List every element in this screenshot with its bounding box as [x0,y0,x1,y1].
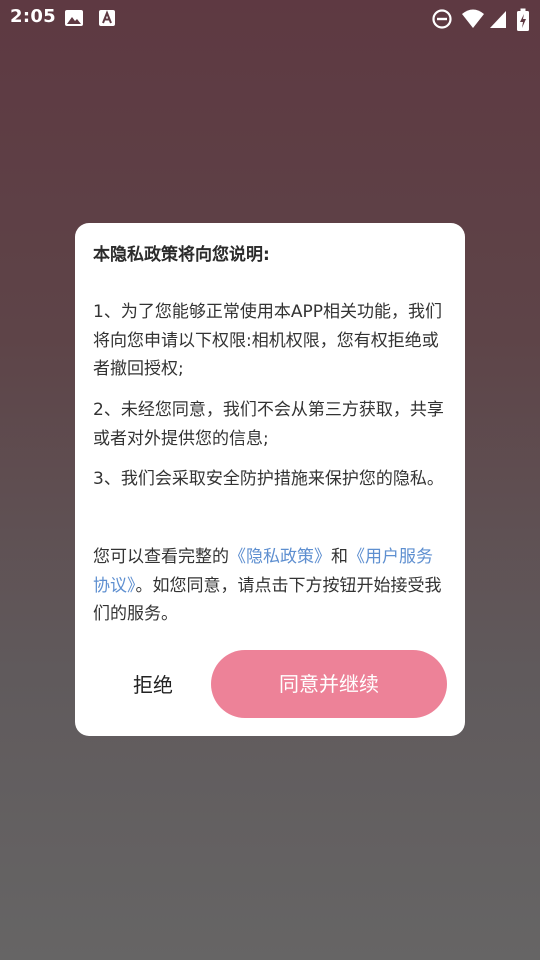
agreement-connector-text: 和 [331,547,348,567]
battery-charging-icon [517,8,529,31]
paragraph-camera-permission: 1、为了您能够正常使用本APP相关功能，我们将向您申请以下权限:相机权限，您有权… [93,302,442,379]
refuse-button[interactable]: 拒绝 [113,666,193,704]
agreement-prefix-text: 您可以查看完整的 [93,547,229,567]
image-icon [65,10,83,26]
privacy-policy-link[interactable]: 《隐私政策》 [229,547,331,567]
do-not-disturb-icon [432,9,452,29]
privacy-dialog: 本隐私政策将向您说明: 1、为了您能够正常使用本APP相关功能，我们将向您申请以… [75,223,465,736]
cellular-signal-icon [490,11,506,28]
paragraph-security: 3、我们会采取安全防护措施来保护您的隐私。 [93,469,444,489]
paragraph-agreement-links: 您可以查看完整的《隐私政策》和《用户服务协议》。如您同意，请点击下方按钮开始接受… [93,543,449,629]
paragraph-data-sharing: 2、未经您同意，我们不会从第三方获取，共享或者对外提供您的信息; [93,400,444,449]
agree-continue-button[interactable]: 同意并继续 [211,650,447,718]
status-time: 2:05 [10,6,56,27]
agreement-suffix-text: 。如您同意，请点击下方按钮开始接受我们的服务。 [93,575,442,625]
dialog-title: 本隐私政策将向您说明: [93,245,270,265]
wifi-icon [462,9,484,28]
font-download-icon [99,10,115,26]
status-bar: 2:05 [0,0,540,36]
